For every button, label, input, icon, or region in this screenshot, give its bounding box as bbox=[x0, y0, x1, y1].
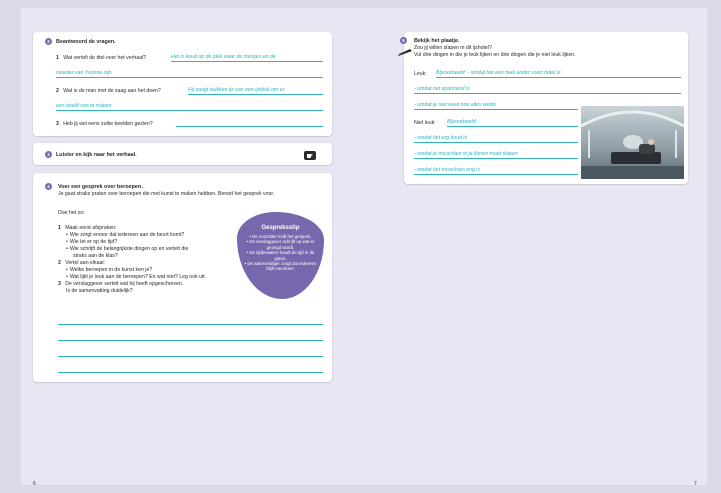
q2-answer-1b[interactable]: moeder van Yvonne zijn. bbox=[56, 70, 113, 76]
leuk-answer-3[interactable]: - omdat je niet weet hoe alles werkt. bbox=[414, 102, 497, 108]
page-number-right: 7 bbox=[694, 481, 697, 487]
step-1-bullet: Wie let er op de tijd? bbox=[66, 239, 117, 245]
q2-answer-2b[interactable]: een beeld van te maken. bbox=[56, 103, 113, 109]
q2-item-1: 1 Wat vertelt de titel over het verhaal? bbox=[56, 55, 147, 61]
question-5-title: Bekijk het plaatje. bbox=[414, 38, 460, 44]
question-4-title: Voer een gesprek over beroepen. bbox=[58, 184, 143, 190]
answer-line bbox=[414, 174, 578, 175]
step-1-bullet-cont: straks aan de klas? bbox=[73, 253, 118, 259]
q2-item-3: 3 Heb jij wel eens zulke beelden gezien? bbox=[56, 121, 153, 127]
answer-line bbox=[447, 126, 578, 127]
page-number-left: 6 bbox=[33, 481, 36, 487]
leuk-answer-2[interactable]: - omdat het spannend is bbox=[414, 86, 470, 92]
niet-leuk-answer-0[interactable]: Bijvoorbeeld: bbox=[447, 119, 477, 125]
question-4-doe: Doe het zo: bbox=[58, 210, 85, 216]
writing-line[interactable] bbox=[58, 372, 323, 373]
q2-question-1: Wat vertelt de titel over het verhaal? bbox=[63, 55, 147, 61]
answer-line bbox=[188, 94, 323, 95]
question-2-title: Beantwoord de vragen. bbox=[56, 39, 116, 45]
q2-item-2: 2 Wat is de man met de zaag aan het doen… bbox=[56, 88, 161, 94]
q2-question-3: Heb jij wel eens zulke beelden gezien? bbox=[63, 121, 153, 127]
question-5-badge: 5 bbox=[400, 37, 407, 44]
niet-leuk-answer-3[interactable]: - omdat het misschien eng is bbox=[414, 167, 480, 173]
answer-line bbox=[56, 77, 323, 78]
tip-title: Gespreksstip bbox=[261, 225, 300, 231]
step-1-bullet: Wie zorgt ervoor dat iedereen aan de beu… bbox=[66, 232, 184, 238]
niet-leuk-answer-1[interactable]: - omdat het erg koud is bbox=[414, 135, 467, 141]
writing-line[interactable] bbox=[58, 324, 323, 325]
step-2-bullet: Wat lijkt je leuk aan de beroepen? En wa… bbox=[66, 274, 206, 280]
pencil-icon bbox=[398, 49, 412, 56]
step-2: 2 Vertel aan elkaar: bbox=[58, 260, 106, 266]
question-4-intro: Je gaat straks praten over beroepen die … bbox=[58, 191, 275, 197]
step-1: 1 Maak eerst afspraken: bbox=[58, 225, 117, 231]
step-2-bullet: Welke beroepen in de kunst ken je? bbox=[66, 267, 152, 273]
answer-line bbox=[414, 109, 578, 110]
question-5-line-2: Vul drie dingen in die je leuk lijken en… bbox=[414, 52, 576, 58]
q2-question-2: Wat is de man met de zaag aan het doen? bbox=[63, 88, 161, 94]
question-3-title: Luister en kijk naar het verhaal. bbox=[56, 152, 137, 158]
leuk-label: Leuk: bbox=[414, 71, 427, 77]
step-1-bullet: Wie schrijft de belangrijkste dingen op … bbox=[66, 246, 189, 252]
tip-item: • De verslaggever schrijft op wat er gez… bbox=[246, 239, 315, 250]
tip-item: • De aanmoediger zorgt dat iedereen blij… bbox=[244, 261, 317, 272]
leuk-answer-1[interactable]: Bijvoorbeeld: - omdat het een heel ander… bbox=[436, 70, 561, 76]
niet-leuk-answer-2[interactable]: - omdat je misschien in je kleren moet s… bbox=[414, 151, 518, 157]
ice-hotel-photo bbox=[581, 106, 684, 179]
answer-line[interactable] bbox=[176, 126, 323, 127]
answer-line bbox=[414, 158, 578, 159]
answer-line bbox=[414, 142, 578, 143]
answer-line bbox=[56, 110, 323, 111]
tip-item: • De tijdbewaker houdt de tijd in de gat… bbox=[246, 250, 315, 261]
question-3-badge: 3 bbox=[45, 151, 52, 158]
answer-line bbox=[414, 93, 681, 94]
question-5-line-1: Zou jij willen slapen in dit ijshotel? bbox=[414, 45, 492, 51]
writing-line[interactable] bbox=[58, 340, 323, 341]
q2-answer-2a[interactable]: Hij zaagt stukken ijs van een ijsblok om… bbox=[188, 87, 284, 93]
niet-leuk-label: Niet leuk: bbox=[414, 120, 436, 126]
question-2-badge: 2 bbox=[45, 38, 52, 45]
writing-line[interactable] bbox=[58, 356, 323, 357]
answer-line bbox=[436, 77, 681, 78]
q2-answer-1a[interactable]: Het is koud op de plek waar de meisjes e… bbox=[171, 54, 276, 60]
answer-line bbox=[171, 61, 323, 62]
question-4-badge: 4 bbox=[45, 183, 52, 190]
step-3-cont: Is de samenvatting duidelijk? bbox=[66, 288, 133, 294]
step-3: 3 De verslaggever vertelt wat hij heeft … bbox=[58, 281, 184, 287]
video-camera-icon[interactable] bbox=[304, 151, 316, 160]
